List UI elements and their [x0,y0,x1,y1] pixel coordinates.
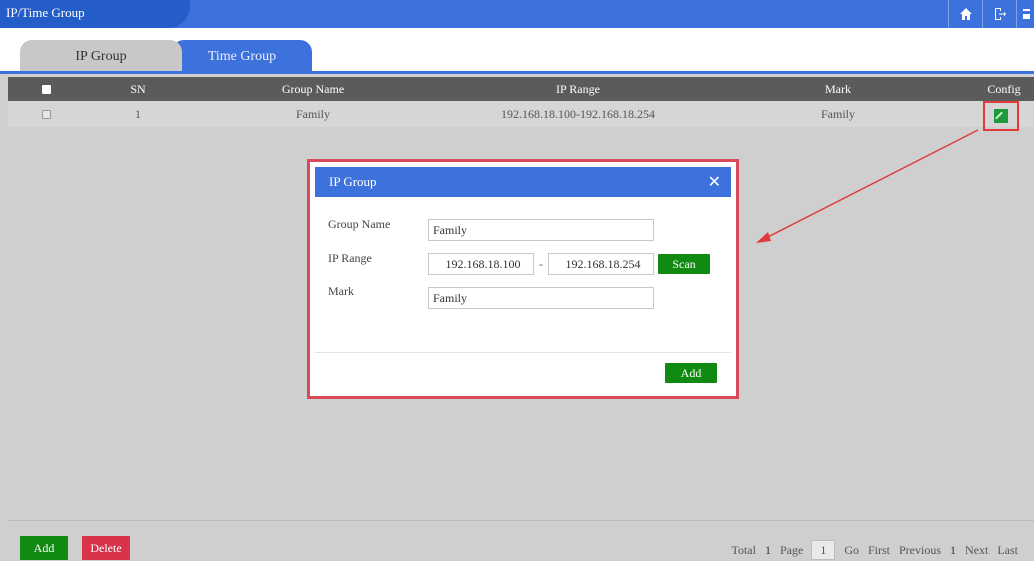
delete-button[interactable]: Delete [82,536,130,560]
dialog-add-button[interactable]: Add [665,363,717,383]
dialog-title: IP Group [329,174,377,189]
close-icon[interactable]: ✕ [708,167,721,197]
add-button[interactable]: Add [20,536,68,560]
previous-link[interactable]: Previous [899,543,941,558]
current-page: 1 [950,542,956,557]
dialog-header: IP Group ✕ [315,167,731,197]
total-label: Total [731,542,756,557]
group-name-input[interactable]: Family [428,219,654,241]
total-count: 1 [764,542,771,557]
mark-label: Mark [328,284,354,298]
ip-range-dash: - [539,257,543,271]
bottom-divider [8,520,1034,521]
ip-range-label: IP Range [328,251,372,265]
group-name-label: Group Name [328,217,391,231]
ip-start-input[interactable]: 192.168.18.100 [428,253,534,275]
pagination: Total 1 Page 1 Go First Previous 1 Next … [722,540,1018,560]
next-link[interactable]: Next [965,543,988,558]
ip-end-input[interactable]: 192.168.18.254 [548,253,654,275]
dialog-divider [315,352,731,353]
scan-button[interactable]: Scan [658,254,710,274]
page-label: Page [779,542,804,557]
ip-group-dialog: IP Group ✕ Group Name Family IP Range 19… [307,159,739,399]
first-link[interactable]: First [868,543,890,558]
mark-input[interactable]: Family [428,287,654,309]
go-link[interactable]: Go [844,543,859,558]
last-link[interactable]: Last [997,543,1018,558]
page-input[interactable]: 1 [811,540,836,560]
